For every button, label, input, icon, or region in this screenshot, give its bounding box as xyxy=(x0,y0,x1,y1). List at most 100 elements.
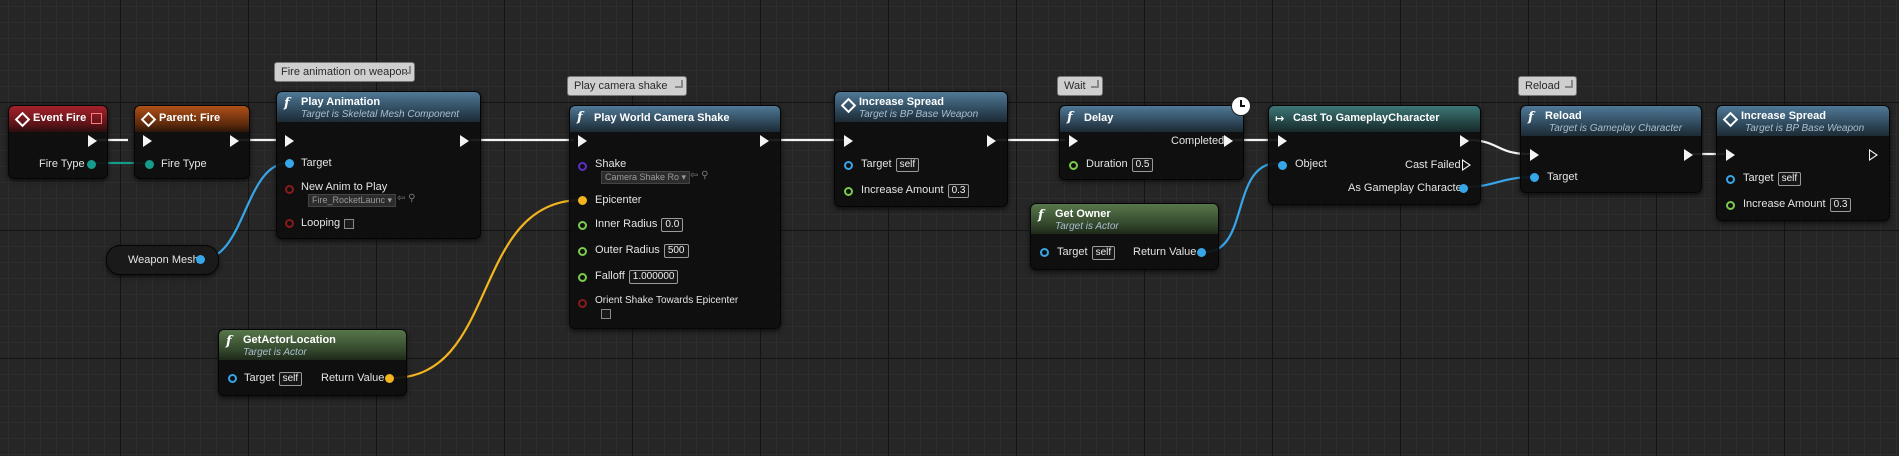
exec-out-pin[interactable] xyxy=(1224,135,1233,147)
function-icon: f xyxy=(1067,110,1073,125)
comment-fire-animation[interactable]: Fire animation on weapon xyxy=(274,62,415,82)
node-title: Reload xyxy=(1545,110,1582,122)
pin-label: Return Value xyxy=(1133,246,1197,258)
get-owner-node[interactable]: f Get Owner Target is Actor Target self R… xyxy=(1030,203,1219,270)
float-in-pin[interactable] xyxy=(578,273,587,282)
weapon-mesh-node[interactable]: Weapon Mesh xyxy=(106,245,219,275)
node-title: GetActorLocation xyxy=(243,334,336,346)
exec-failed-pin[interactable] xyxy=(1462,159,1471,171)
play-world-camera-shake-node[interactable]: f Play World Camera Shake Shake Camera S… xyxy=(569,105,781,329)
node-header: ↦ Cast To GameplayCharacter xyxy=(1269,106,1480,132)
increase-spread-node[interactable]: Increase Spread Target is BP Base Weapon… xyxy=(1716,105,1890,221)
exec-out-pin[interactable] xyxy=(460,135,469,147)
browse-icon[interactable]: ⇦ ⚲ xyxy=(397,193,415,204)
pin-row: Return Value xyxy=(1133,246,1196,258)
node-subtitle: Target is Gameplay Character xyxy=(1549,123,1683,134)
delay-node[interactable]: f Delay Completed Duration 0.5 xyxy=(1059,105,1244,180)
increase-amount-field[interactable]: 0.3 xyxy=(947,184,970,198)
self-value: self xyxy=(1091,246,1116,260)
increase-spread-node[interactable]: Increase Spread Target is BP Base Weapon… xyxy=(834,91,1008,207)
pin-label: Increase Amount xyxy=(861,184,944,196)
looping-checkbox[interactable] xyxy=(344,219,354,229)
increase-amount-field[interactable]: 0.3 xyxy=(1829,198,1852,212)
parent-fire-node[interactable]: Parent: Fire Fire Type xyxy=(134,105,250,179)
anim-dropdown[interactable]: Fire_RocketLaunc ▾ xyxy=(308,194,397,207)
comment-text: Wait xyxy=(1064,80,1086,92)
pin-row: Looping xyxy=(301,217,340,229)
float-in-pin[interactable] xyxy=(1726,201,1735,210)
anim-in-pin[interactable] xyxy=(285,185,294,194)
object-in-pin[interactable] xyxy=(1530,173,1539,182)
vector-in-pin[interactable] xyxy=(578,196,587,205)
object-out-pin[interactable] xyxy=(1459,184,1468,193)
object-in-pin[interactable] xyxy=(1726,175,1735,184)
comment-camera-shake[interactable]: Play camera shake xyxy=(567,76,687,96)
enum-in-pin[interactable] xyxy=(145,160,154,169)
duration-field[interactable]: 0.5 xyxy=(1131,158,1154,172)
outer-radius-field[interactable]: 500 xyxy=(663,244,689,258)
exec-in-pin[interactable] xyxy=(1726,149,1735,161)
node-header: Increase Spread Target is BP Base Weapon xyxy=(1717,106,1889,136)
exec-in-pin[interactable] xyxy=(1069,135,1078,147)
class-in-pin[interactable] xyxy=(578,162,587,171)
orient-checkbox[interactable] xyxy=(601,309,611,319)
float-in-pin[interactable] xyxy=(844,187,853,196)
blueprint-graph[interactable]: Fire animation on weapon Play camera sha… xyxy=(0,0,1899,456)
enum-out-pin[interactable] xyxy=(87,160,96,169)
node-subtitle: Target is Actor xyxy=(243,347,307,358)
exec-in-pin[interactable] xyxy=(578,135,587,147)
exec-out-pin[interactable] xyxy=(760,135,769,147)
comment-wait[interactable]: Wait xyxy=(1057,76,1103,96)
exec-in-pin[interactable] xyxy=(143,135,152,147)
vector-out-pin[interactable] xyxy=(385,374,394,383)
exec-out-pin[interactable] xyxy=(88,135,97,147)
inner-radius-field[interactable]: 0.0 xyxy=(661,218,684,232)
pin-label: Target xyxy=(861,158,892,170)
self-value: self xyxy=(278,372,303,386)
dropdown-value: Camera Shake Ro xyxy=(605,172,680,182)
comment-reload[interactable]: Reload xyxy=(1518,76,1577,96)
object-in-pin[interactable] xyxy=(1040,248,1049,257)
cast-to-gameplay-character-node[interactable]: ↦ Cast To GameplayCharacter Object Cast … xyxy=(1268,105,1481,205)
float-in-pin[interactable] xyxy=(578,247,587,256)
pin-row: Inner Radius 0.0 xyxy=(595,218,684,232)
object-in-pin[interactable] xyxy=(844,161,853,170)
pin-row: Increase Amount 0.3 xyxy=(1743,198,1852,212)
reload-node[interactable]: f Reload Target is Gameplay Character Ta… xyxy=(1520,105,1702,193)
pin-label: Fire Type xyxy=(161,158,207,170)
bool-in-pin[interactable] xyxy=(578,299,587,308)
event-fire-node[interactable]: Event Fire Fire Type xyxy=(8,105,108,179)
object-in-pin[interactable] xyxy=(1278,161,1287,170)
get-actor-location-node[interactable]: f GetActorLocation Target is Actor Targe… xyxy=(218,329,407,396)
pin-row: Return Value xyxy=(321,372,384,384)
node-subtitle: Target is BP Base Weapon xyxy=(859,109,979,120)
exec-in-pin[interactable] xyxy=(1530,149,1539,161)
exec-in-pin[interactable] xyxy=(285,135,294,147)
play-animation-node[interactable]: f Play Animation Target is Skeletal Mesh… xyxy=(276,91,481,239)
function-icon: f xyxy=(577,110,583,125)
exec-in-pin[interactable] xyxy=(1278,135,1287,147)
exec-out-pin[interactable] xyxy=(987,135,996,147)
object-in-pin[interactable] xyxy=(228,374,237,383)
node-title: Play World Camera Shake xyxy=(594,112,730,124)
exec-out-pin[interactable] xyxy=(230,135,239,147)
browse-icon[interactable]: ⇦ ⚲ xyxy=(690,170,708,181)
cast-icon: ↦ xyxy=(1275,112,1285,125)
exec-out-pin[interactable] xyxy=(1684,149,1693,161)
object-out-pin[interactable] xyxy=(1197,248,1206,257)
shake-class-dropdown[interactable]: Camera Shake Ro ▾ xyxy=(601,171,691,184)
node-title: Weapon Mesh xyxy=(128,254,199,266)
exec-in-pin[interactable] xyxy=(844,135,853,147)
float-in-pin[interactable] xyxy=(578,221,587,230)
object-in-pin[interactable] xyxy=(285,159,294,168)
dropdown-value: Fire_RocketLaunc xyxy=(312,195,386,205)
falloff-field[interactable]: 1.000000 xyxy=(628,270,679,284)
exec-out-pin[interactable] xyxy=(1460,135,1469,147)
exec-out-pin[interactable] xyxy=(1869,149,1878,161)
bool-in-pin[interactable] xyxy=(285,219,294,228)
float-in-pin[interactable] xyxy=(1069,161,1078,170)
pin-label: Completed xyxy=(1171,135,1225,147)
self-value: self xyxy=(895,158,920,172)
object-out-pin[interactable] xyxy=(196,255,205,264)
comment-text: Fire animation on weapon xyxy=(281,66,408,78)
